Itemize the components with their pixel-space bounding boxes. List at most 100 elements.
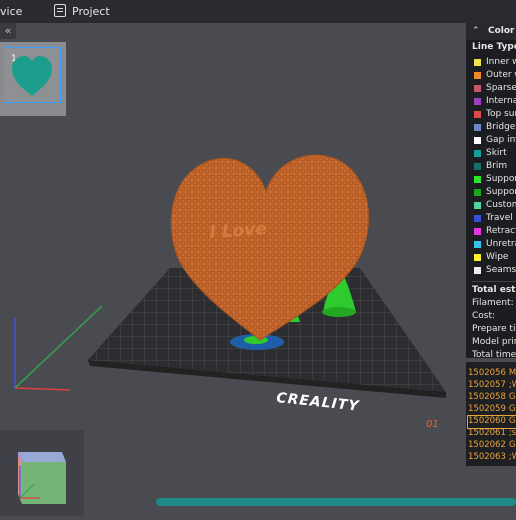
legend-swatch xyxy=(474,215,481,222)
chevron-up-icon: ⌃ xyxy=(472,26,480,36)
legend-item[interactable]: Support xyxy=(466,173,516,186)
gcode-line: 1502059G1 xyxy=(468,404,516,416)
gcode-command: G1 xyxy=(508,392,516,402)
gcode-line-current: 1502060G1 xyxy=(467,415,516,429)
legend-label: Internal xyxy=(486,96,516,106)
gcode-line: 1502061 ;s xyxy=(468,428,516,440)
legend-swatch xyxy=(474,267,481,274)
legend-item[interactable]: Seams xyxy=(466,264,516,277)
legend-swatch xyxy=(474,163,481,170)
legend-label: Skirt xyxy=(486,148,507,158)
legend-label: Bridge xyxy=(486,122,516,132)
svg-text:z: z xyxy=(14,451,18,460)
legend-swatch xyxy=(474,241,481,248)
legend-item[interactable]: Internal xyxy=(466,95,516,108)
legend-label: Retract xyxy=(486,226,516,236)
legend-label: Brim xyxy=(486,161,508,171)
legend-item[interactable]: Sparse i xyxy=(466,82,516,95)
legend-label: Unretrac xyxy=(486,239,516,249)
gcode-line-number: 1502059 xyxy=(468,404,506,414)
legend-swatch xyxy=(474,202,481,209)
color-scheme-panel: ⌃ Color s Line Type Inner wa Outer w Spa… xyxy=(466,23,516,358)
legend-item[interactable]: Gap infi xyxy=(466,134,516,147)
gcode-viewer[interactable]: 1502056M2 1502057;W 1502058G1 1502059G1 … xyxy=(466,362,516,466)
legend-swatch xyxy=(474,150,481,157)
document-icon[interactable] xyxy=(54,4,66,17)
divider xyxy=(472,281,516,282)
filament-label: Filament: xyxy=(472,298,514,308)
legend-label: Sparse i xyxy=(486,83,516,93)
legend-item[interactable]: Top surf xyxy=(466,108,516,121)
gcode-line-number: 1502063 xyxy=(468,452,506,462)
legend-swatch xyxy=(474,254,481,261)
gcode-line-number: 1502057 xyxy=(468,380,506,390)
gcode-line: 1502063 ;W xyxy=(468,452,516,464)
legend-item[interactable]: Outer w xyxy=(466,69,516,82)
gcode-line-number: 1502060 xyxy=(468,416,506,426)
device-tab[interactable]: vice xyxy=(0,5,22,18)
gcode-line: 1502056M2 xyxy=(468,368,516,380)
layer-slider[interactable] xyxy=(156,498,516,506)
legend-swatch xyxy=(474,59,481,66)
gcode-command: G1 xyxy=(508,416,516,426)
plate-number-label: 01 xyxy=(426,419,439,430)
model-text: I Love xyxy=(209,219,268,243)
gcode-command: M2 xyxy=(508,368,516,378)
legend-swatch xyxy=(474,85,481,92)
legend-swatch xyxy=(474,98,481,105)
color-scheme-header[interactable]: ⌃ Color s xyxy=(466,23,516,40)
prepare-time-label: Prepare tim xyxy=(472,324,516,334)
gcode-line: 1502062G1 xyxy=(468,440,516,452)
legend-item[interactable]: Travel xyxy=(466,212,516,225)
double-chevron-icon: « xyxy=(4,24,12,37)
plate-thumbnail-panel: 1 xyxy=(0,42,66,116)
line-type-label: Line Type xyxy=(472,42,516,52)
total-estimation-title: Total estim xyxy=(472,285,516,295)
legend-item[interactable]: Wipe xyxy=(466,251,516,264)
world-axes xyxy=(14,305,103,391)
legend-label: Outer w xyxy=(486,70,516,80)
legend-label: Top surf xyxy=(486,109,516,119)
cost-label: Cost: xyxy=(472,311,496,321)
legend-item[interactable]: Unretrac xyxy=(466,238,516,251)
legend-item[interactable]: Bridge xyxy=(466,121,516,134)
heart-thumbnail-icon xyxy=(12,56,52,96)
gcode-command: ;W xyxy=(508,452,516,462)
legend-item[interactable]: Brim xyxy=(466,160,516,173)
legend-label: Inner wa xyxy=(486,57,516,67)
legend-item[interactable]: Skirt xyxy=(466,147,516,160)
legend-item[interactable]: Inner wa xyxy=(466,56,516,69)
legend-label: Custom xyxy=(486,200,516,210)
legend-swatch xyxy=(474,124,481,131)
plate-thumbnail[interactable]: 1 xyxy=(3,47,61,103)
legend-label: Seams xyxy=(486,265,516,275)
view-cube-icon: z xyxy=(14,451,66,504)
gcode-line-number: 1502061 xyxy=(468,428,506,438)
color-scheme-title: Color s xyxy=(488,26,516,36)
legend-label: Travel xyxy=(486,213,513,223)
bed-brand-label: CREALITY xyxy=(276,390,361,415)
gcode-line: 1502058G1 xyxy=(468,392,516,404)
project-tab[interactable]: Project xyxy=(72,5,110,18)
legend-swatch xyxy=(474,189,481,196)
legend-item[interactable]: Custom xyxy=(466,199,516,212)
gcode-line: 1502057 ;W xyxy=(468,380,516,392)
legend-swatch xyxy=(474,176,481,183)
legend-swatch xyxy=(474,137,481,144)
sidebar-collapse-button[interactable]: « xyxy=(0,23,16,39)
gcode-command: G1 xyxy=(508,440,516,450)
model-print-label: Model print xyxy=(472,337,516,347)
gcode-command: ;s xyxy=(508,428,516,438)
legend-swatch xyxy=(474,228,481,235)
legend-swatch xyxy=(474,72,481,79)
gcode-line-number: 1502058 xyxy=(468,392,506,402)
total-time-label: Total time: xyxy=(472,350,516,358)
legend-label: Support xyxy=(486,187,516,197)
top-bar: vice Project xyxy=(0,0,516,23)
legend-label: Support xyxy=(486,174,516,184)
legend-label: Gap infi xyxy=(486,135,516,145)
navigation-cube[interactable]: z xyxy=(0,430,84,516)
legend-item[interactable]: Support xyxy=(466,186,516,199)
legend-swatch xyxy=(474,111,481,118)
legend-item[interactable]: Retract xyxy=(466,225,516,238)
